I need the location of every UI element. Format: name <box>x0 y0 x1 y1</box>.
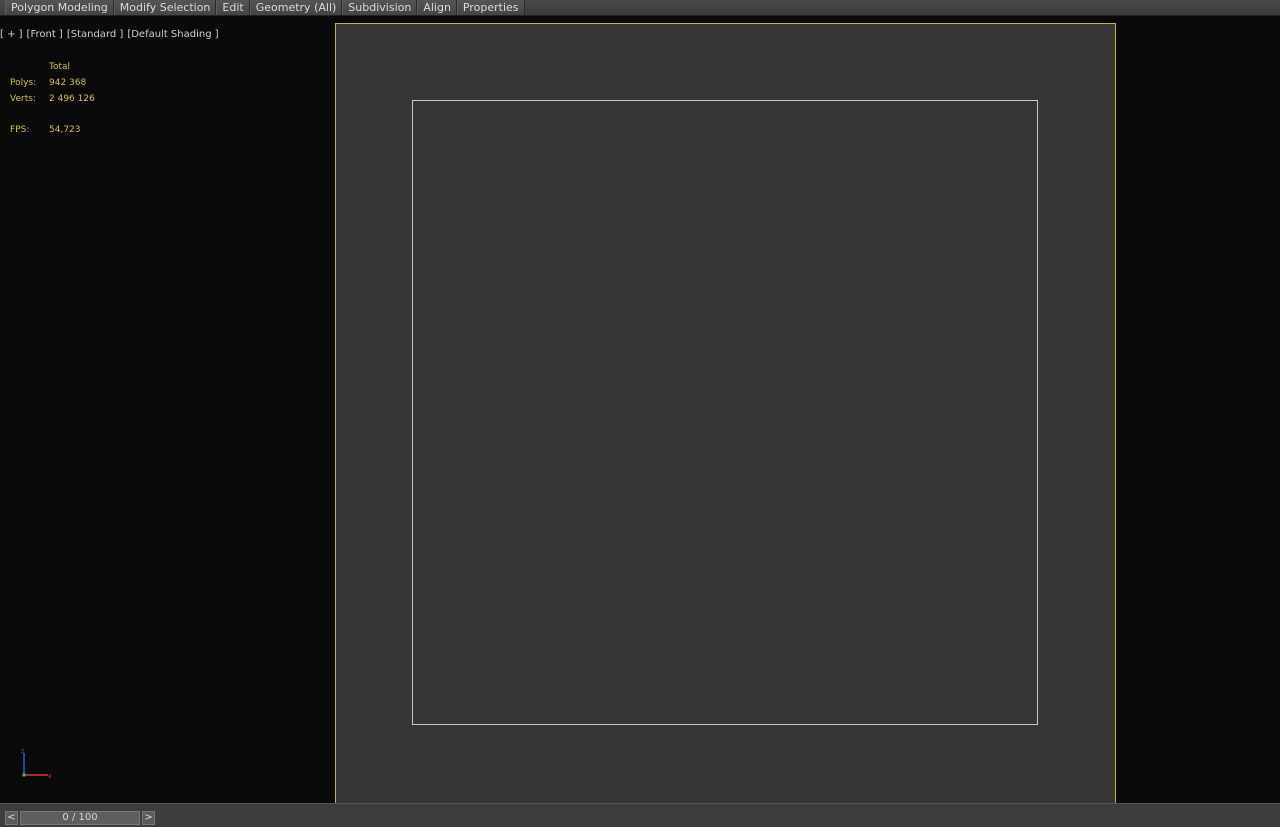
ribbon-bar: Polygon Modeling Modify Selection Edit G… <box>0 0 1280 16</box>
viewport-standard-menu[interactable]: [Standard ] <box>67 29 123 40</box>
tab-modify-selection[interactable]: Modify Selection <box>113 0 217 15</box>
stats-total-header: Total <box>49 62 71 72</box>
plane-object-outline[interactable] <box>412 100 1038 725</box>
stats-fps-row: FPS: 54,723 <box>10 122 95 138</box>
previous-frame-button[interactable]: < <box>5 811 18 825</box>
viewport-shading-menu[interactable]: [Default Shading ] <box>127 29 218 40</box>
svg-text:z: z <box>21 748 24 755</box>
time-slider-bar: < 0 / 100 > <box>0 803 1280 827</box>
front-viewport[interactable]: [ + ] [Front ] [Standard ] [Default Shading… <box>0 17 1280 804</box>
tab-subdivision[interactable]: Subdivision <box>342 0 418 15</box>
stats-polys-value: 942 368 <box>49 78 87 88</box>
stats-fps-value: 54,723 <box>49 125 81 135</box>
tab-polygon-modeling[interactable]: Polygon Modeling <box>5 0 114 15</box>
svg-text:x: x <box>48 773 52 780</box>
safe-frame <box>335 23 1116 804</box>
stats-polys-label: Polys: <box>10 78 37 88</box>
stats-fps-label: FPS: <box>10 125 30 135</box>
viewport-point-of-view-menu[interactable]: [Front ] <box>27 29 63 40</box>
viewport-statistics: Total Polys: 942 368 Verts: 2 496 126 FP… <box>10 59 95 138</box>
stats-verts-value: 2 496 126 <box>49 94 95 104</box>
stats-verts-row: Verts: 2 496 126 <box>10 91 95 107</box>
next-frame-button[interactable]: > <box>142 811 155 825</box>
stats-polys-row: Polys: 942 368 <box>10 75 95 91</box>
time-slider[interactable]: 0 / 100 <box>20 811 140 825</box>
viewport-label-menu: [ + ] [Front ] [Standard ] [Default Shading… <box>0 29 223 40</box>
tab-properties[interactable]: Properties <box>456 0 525 15</box>
tab-align[interactable]: Align <box>417 0 457 15</box>
axis-tripod-icon: z x <box>21 748 52 780</box>
viewport-general-menu[interactable]: [ + ] <box>0 29 23 40</box>
tab-geometry-all[interactable]: Geometry (All) <box>249 0 343 15</box>
tab-edit[interactable]: Edit <box>216 0 250 15</box>
stats-verts-label: Verts: <box>10 94 36 104</box>
